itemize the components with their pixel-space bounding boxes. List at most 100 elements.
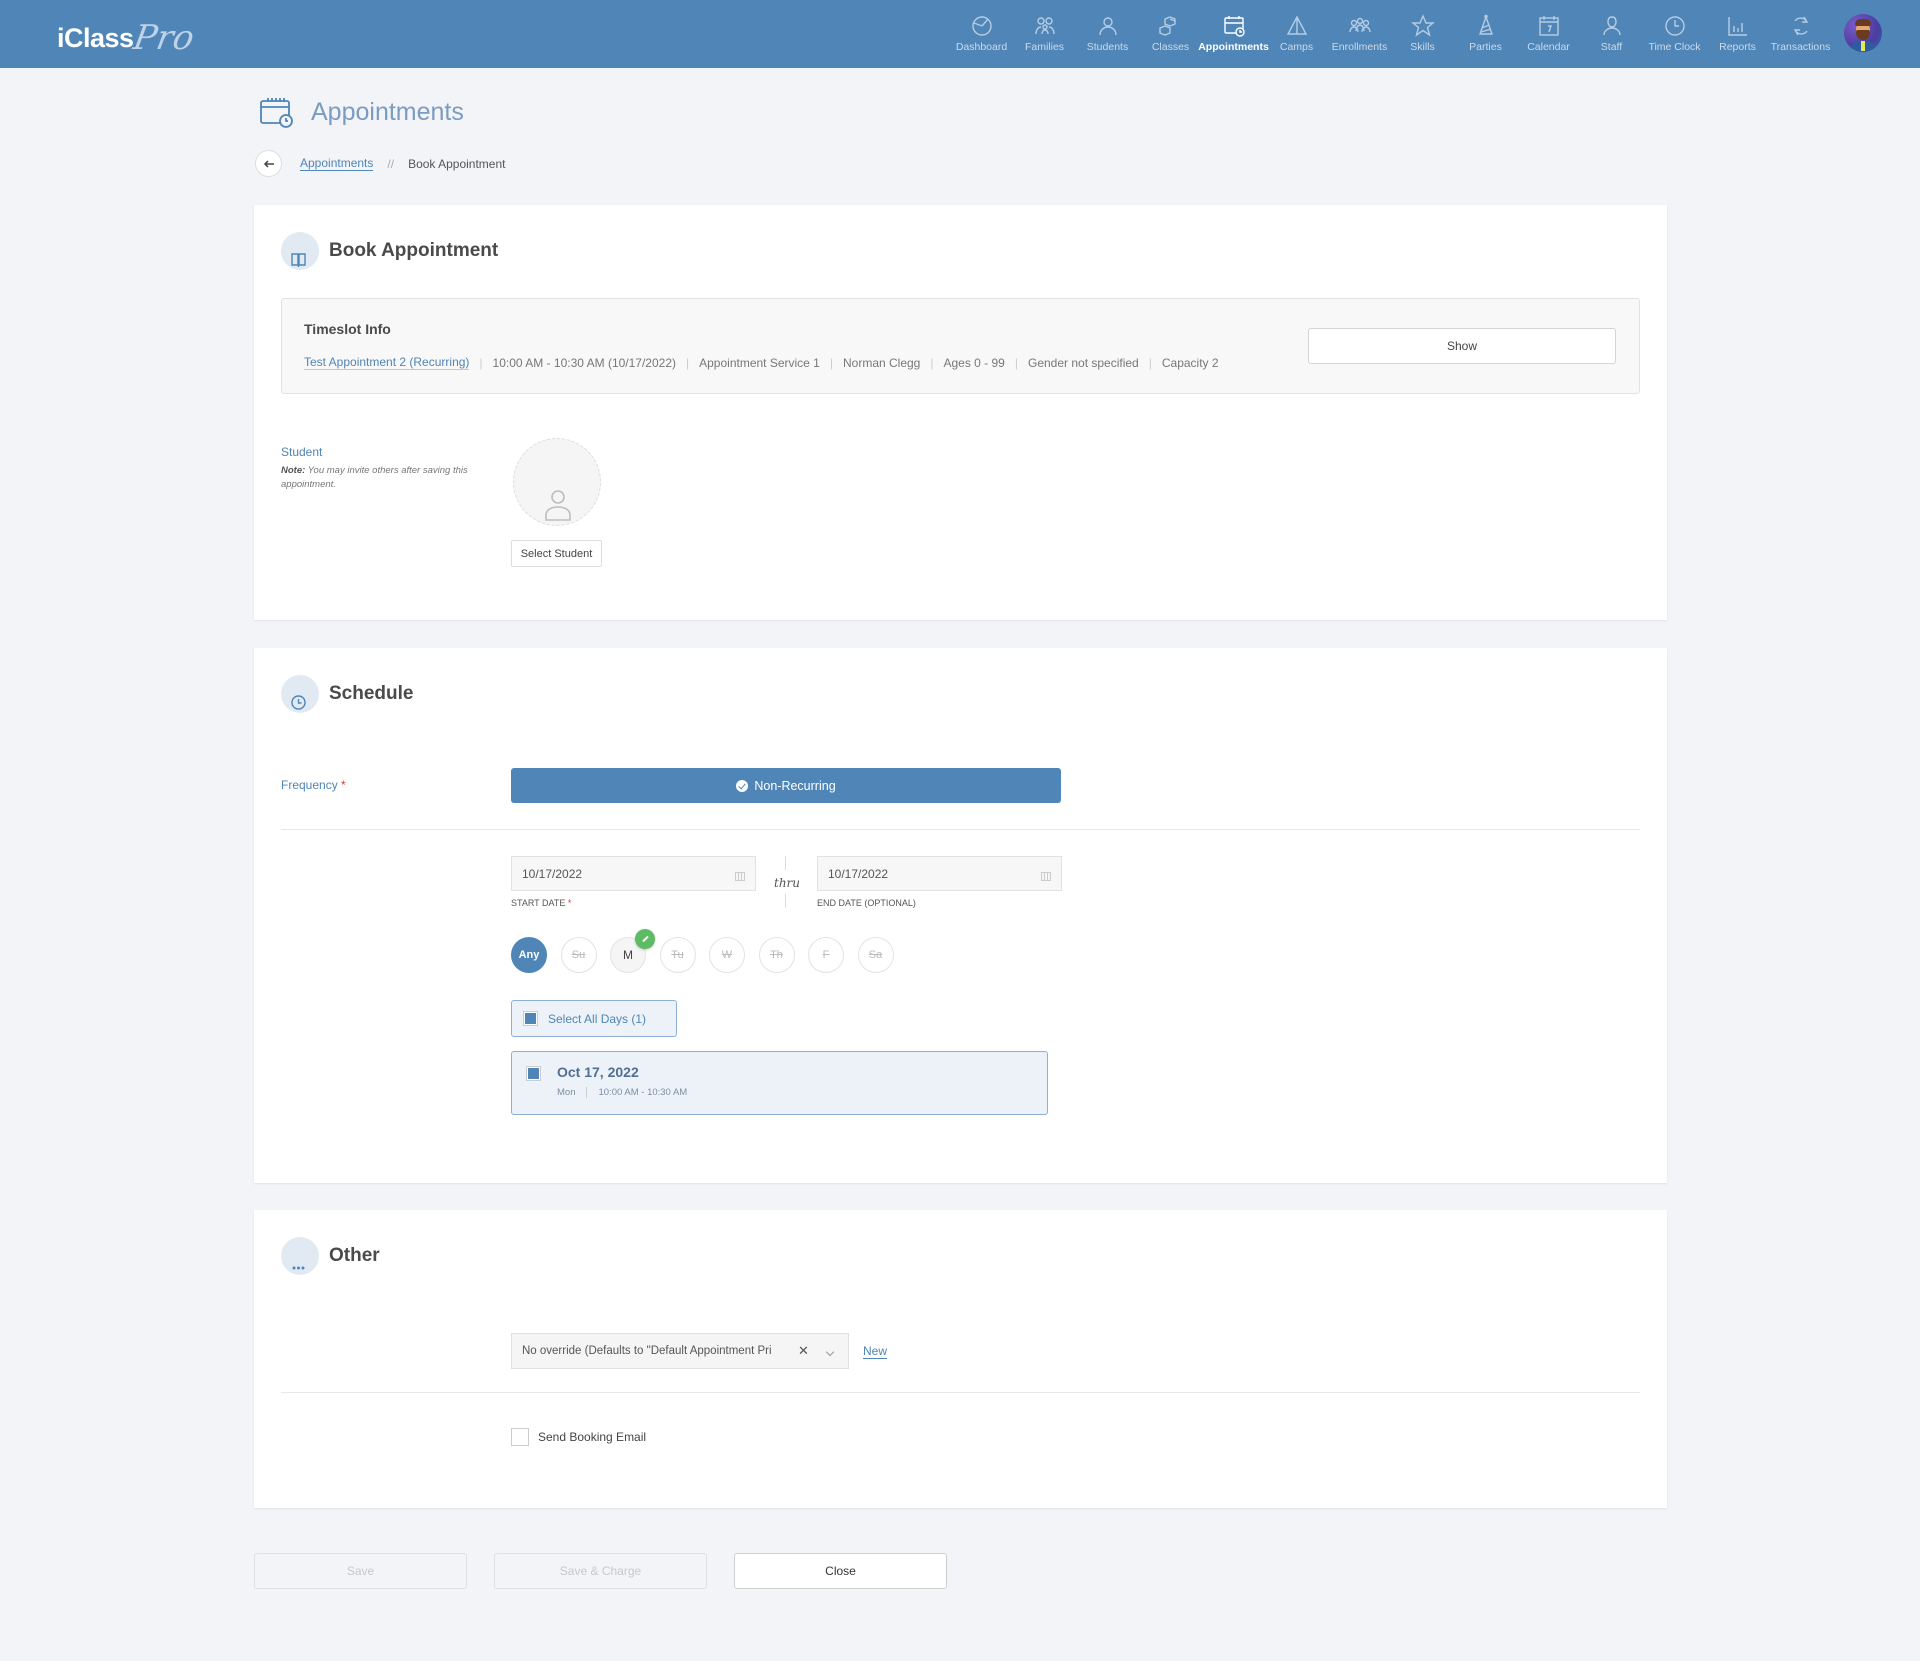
check-circle-icon	[736, 779, 749, 792]
appointments-icon	[1223, 16, 1245, 37]
nav-label: Staff	[1600, 41, 1623, 53]
close-button[interactable]: Close	[734, 1553, 947, 1589]
frequency-label: Frequency *	[281, 778, 346, 792]
save-button[interactable]: Save	[254, 1553, 467, 1589]
select-all-days-toggle[interactable]: Select All Days (1)	[511, 1000, 677, 1037]
nav-families[interactable]: Families	[1013, 0, 1076, 68]
clock-icon	[1664, 16, 1685, 36]
nav-parties[interactable]: Parties	[1454, 0, 1517, 68]
calendar-icon	[1538, 16, 1559, 36]
nav-appointments[interactable]: Appointments	[1198, 0, 1269, 68]
calendar-icon	[735, 872, 745, 881]
book-appointment-card: Book Appointment Timeslot Info Test Appo…	[254, 205, 1667, 620]
day-saturday[interactable]: Sa	[857, 937, 894, 973]
send-booking-email-option[interactable]: Send Booking Email	[511, 1428, 646, 1446]
back-button[interactable]	[255, 150, 282, 177]
frequency-value: Non-Recurring	[754, 778, 836, 793]
timeslot-details: Test Appointment 2 (Recurring) | 10:00 A…	[304, 355, 1219, 370]
nav-label: Students	[1086, 41, 1129, 53]
frequency-non-recurring-button[interactable]: Non-Recurring	[511, 768, 1061, 803]
frequency-label-text: Frequency	[281, 778, 338, 792]
day-wednesday[interactable]: W	[709, 937, 745, 973]
new-price-link[interactable]: New	[863, 1344, 888, 1359]
timeslot-info: Timeslot Info Test Appointment 2 (Recurr…	[281, 298, 1640, 394]
price-override-select[interactable]: No override (Defaults to "Default Appoin…	[511, 1333, 849, 1369]
nav-staff[interactable]: Staff	[1580, 0, 1643, 68]
select-all-checkbox[interactable]	[523, 1011, 538, 1026]
breadcrumb: Appointments // Book Appointment	[255, 150, 505, 177]
nav-time-clock[interactable]: Time Clock	[1643, 0, 1706, 68]
book-icon	[291, 253, 306, 267]
thru-divider-top	[785, 856, 786, 870]
students-icon	[1098, 17, 1117, 36]
nav-reports[interactable]: Reports	[1706, 0, 1769, 68]
user-icon	[545, 490, 571, 521]
day-friday[interactable]: F	[808, 937, 844, 973]
nav-transactions[interactable]: Transactions	[1769, 0, 1832, 68]
clear-icon[interactable]: ✕	[798, 1343, 809, 1359]
end-date-label: END DATE (OPTIONAL)	[817, 898, 916, 908]
select-all-label: Select All Days (1)	[548, 1011, 647, 1026]
card-title: Book Appointment	[329, 240, 499, 261]
student-avatar-placeholder[interactable]	[513, 438, 601, 526]
nav-label: Enrollments	[1331, 41, 1388, 53]
day-sunday[interactable]: Su	[560, 937, 597, 973]
day-monday[interactable]: M	[610, 929, 655, 973]
nav-label: Parties	[1469, 41, 1502, 53]
arrow-left-icon	[263, 159, 274, 168]
top-nav-bar: iClass Pro Dashboard Families Students C…	[0, 0, 1920, 68]
breadcrumb-current: Book Appointment	[408, 156, 506, 171]
nav-students[interactable]: Students	[1076, 0, 1139, 68]
start-date-label-text: START DATE	[511, 898, 566, 908]
day-thursday[interactable]: Th	[758, 937, 795, 973]
chevron-down-icon[interactable]	[825, 1347, 835, 1357]
card-icon	[281, 675, 319, 713]
thru-label: thru	[774, 876, 801, 890]
nav-classes[interactable]: Classes	[1139, 0, 1202, 68]
day-any[interactable]: Any	[511, 937, 547, 973]
nav-calendar[interactable]: Calendar	[1517, 0, 1580, 68]
nav-dashboard[interactable]: Dashboard	[950, 0, 1013, 68]
nav-camps[interactable]: Camps	[1265, 0, 1328, 68]
day-tuesday[interactable]: Tu	[659, 937, 696, 973]
camps-icon	[1286, 15, 1307, 35]
student-label: Student	[281, 445, 323, 459]
date-item-weekday: Mon	[557, 1087, 576, 1098]
date-checkbox[interactable]	[526, 1066, 541, 1081]
breadcrumb-appointments[interactable]: Appointments	[300, 156, 374, 171]
select-student-button[interactable]: Select Student	[511, 540, 602, 567]
card-title: Other	[329, 1245, 380, 1266]
send-booking-email-checkbox[interactable]	[511, 1428, 529, 1446]
day-of-week-selector: Any Su M Tu W Th F Sa	[511, 929, 907, 973]
nav-skills[interactable]: Skills	[1391, 0, 1454, 68]
card-header: Schedule	[281, 675, 413, 713]
schedule-card: Schedule Frequency * Non-Recurring 10/17…	[254, 648, 1667, 1183]
refresh-icon	[1793, 16, 1808, 36]
required-mark: *	[567, 898, 572, 908]
user-avatar[interactable]	[1844, 14, 1882, 52]
end-date-input[interactable]: 10/17/2022	[817, 856, 1062, 891]
start-date-input[interactable]: 10/17/2022	[511, 856, 756, 891]
separator: |	[829, 355, 833, 370]
families-icon	[1034, 17, 1055, 35]
divider	[281, 1392, 1640, 1393]
timeslot-name-link[interactable]: Test Appointment 2 (Recurring)	[304, 355, 470, 370]
price-override-value: No override (Defaults to "Default Appoin…	[522, 1345, 772, 1357]
start-date-label: START DATE *	[511, 898, 571, 908]
date-item-date: Oct 17, 2022	[557, 1064, 639, 1080]
date-list-item[interactable]: Oct 17, 2022 Mon 10:00 AM - 10:30 AM	[511, 1051, 1048, 1115]
nav-enrollments[interactable]: Enrollments	[1328, 0, 1391, 68]
iclasspro-logo[interactable]: iClass Pro	[57, 14, 197, 58]
nav-label: Reports	[1719, 41, 1756, 53]
save-and-charge-button[interactable]: Save & Charge	[494, 1553, 707, 1589]
nav-label: Appointments	[1198, 41, 1269, 53]
separator: |	[686, 355, 690, 370]
show-button[interactable]: Show	[1308, 328, 1616, 364]
page-title-text: Appointments	[311, 97, 464, 126]
separator: |	[479, 355, 483, 370]
thru-divider-bottom	[785, 894, 786, 908]
breadcrumb-separator: //	[387, 156, 395, 171]
separator: |	[1014, 355, 1018, 370]
check-badge-icon	[635, 929, 655, 949]
timeslot-staff: Norman Clegg	[842, 355, 921, 370]
